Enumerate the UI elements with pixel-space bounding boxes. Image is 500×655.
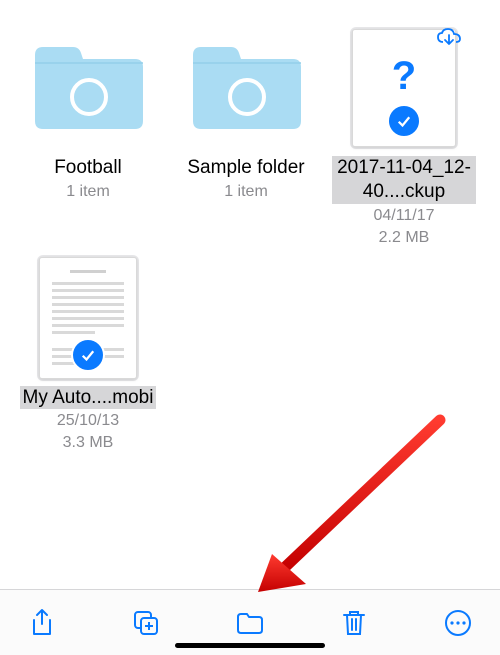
file-meta: 1 item	[174, 182, 318, 202]
selected-check-icon	[387, 104, 421, 138]
share-button[interactable]	[22, 603, 62, 643]
file-item[interactable]: Football 1 item	[14, 28, 162, 248]
file-meta-size: 2.2 MB	[332, 228, 476, 248]
file-label-block: Football 1 item	[16, 156, 160, 202]
folder-thumbnail	[28, 28, 148, 148]
file-grid-area: Football 1 item Sample folder 1 item	[0, 0, 500, 589]
move-button[interactable]	[230, 603, 270, 643]
folder-icon	[235, 608, 265, 638]
file-meta-size: 3.3 MB	[16, 433, 160, 453]
trash-icon	[339, 608, 369, 638]
file-label-block: 2017-11-04_12-40....ckup 04/11/17 2.2 MB	[332, 156, 476, 248]
duplicate-button[interactable]	[126, 603, 166, 643]
file-item[interactable]: Sample folder 1 item	[172, 28, 320, 248]
files-screen: Football 1 item Sample folder 1 item	[0, 0, 500, 655]
cloud-download-icon	[436, 28, 462, 53]
more-icon	[443, 608, 473, 638]
selected-check-icon	[71, 338, 105, 372]
file-thumbnail	[28, 258, 148, 378]
file-label-block: Sample folder 1 item	[174, 156, 318, 202]
file-label-block: My Auto....mobi 25/10/13 3.3 MB	[16, 386, 160, 454]
file-item[interactable]: My Auto....mobi 25/10/13 3.3 MB	[14, 258, 162, 454]
file-name: Sample folder	[184, 156, 307, 180]
file-name: My Auto....mobi	[20, 386, 157, 410]
question-mark-icon: ?	[353, 54, 455, 99]
file-name: 2017-11-04_12-40....ckup	[332, 156, 476, 204]
delete-button[interactable]	[334, 603, 374, 643]
share-icon	[27, 608, 57, 638]
file-item[interactable]: ? 2017-11-04_12-40....ckup 04/11/17 2.2 …	[330, 28, 478, 248]
file-name: Football	[51, 156, 125, 180]
file-meta-date: 25/10/13	[16, 411, 160, 431]
folder-thumbnail	[186, 28, 306, 148]
file-grid: Football 1 item Sample folder 1 item	[14, 28, 486, 453]
home-indicator[interactable]	[175, 643, 325, 648]
file-meta-date: 04/11/17	[332, 206, 476, 226]
file-thumbnail: ?	[344, 28, 464, 148]
folder-icon	[29, 43, 147, 133]
file-meta: 1 item	[16, 182, 160, 202]
duplicate-icon	[131, 608, 161, 638]
more-button[interactable]	[438, 603, 478, 643]
folder-icon	[187, 43, 305, 133]
